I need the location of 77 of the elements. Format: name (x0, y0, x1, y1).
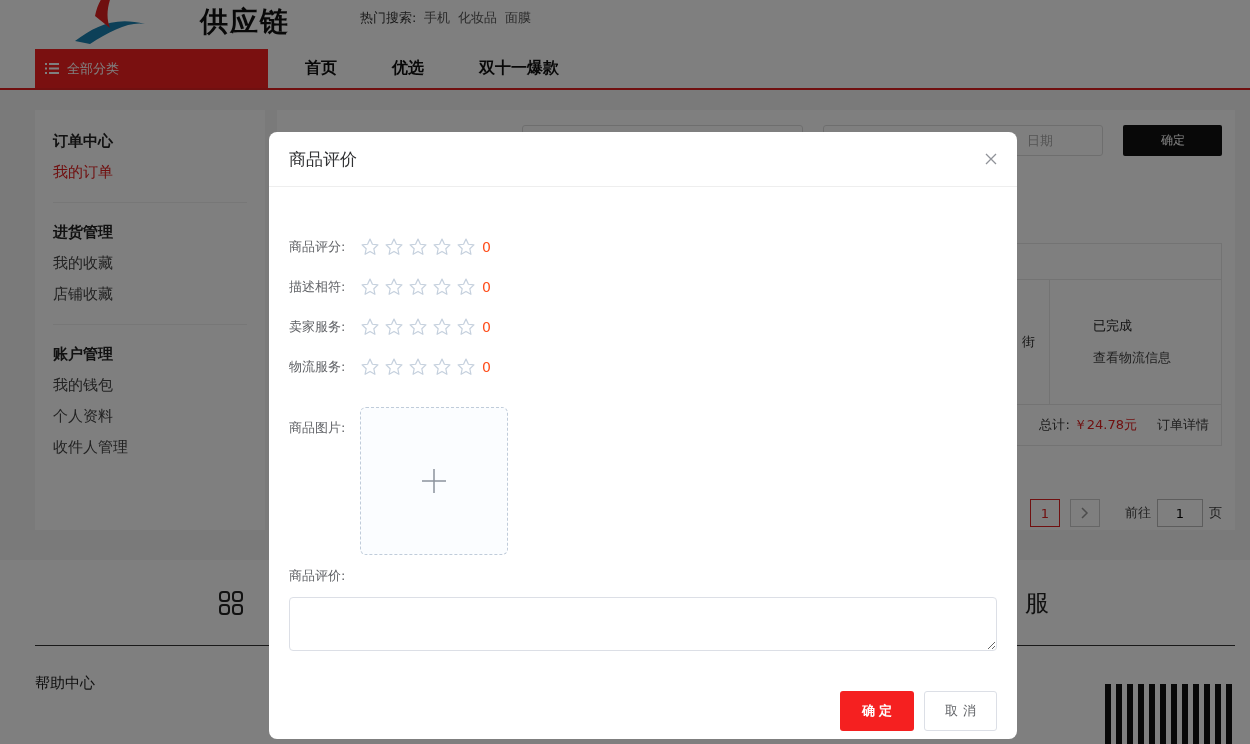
chevron-right-icon (1081, 507, 1089, 520)
star-icon[interactable] (360, 357, 380, 377)
star-icon[interactable] (432, 277, 452, 297)
star-icon[interactable] (408, 357, 428, 377)
total-amount: ￥24.78元 (1073, 416, 1137, 435)
goto-label: 前往 (1125, 504, 1151, 523)
plus-icon (421, 468, 447, 494)
star-rating[interactable] (360, 237, 476, 257)
rating-score: 0 (482, 359, 491, 375)
hot-search-label: 热门搜索: (360, 9, 417, 27)
help-title: 帮助中心 (35, 674, 95, 694)
star-icon[interactable] (456, 237, 476, 257)
total-label: 总计: (1039, 416, 1070, 435)
confirm-button[interactable]: 确定 (1123, 125, 1222, 157)
star-icon[interactable] (432, 317, 452, 337)
rating-label: 物流服务: (289, 358, 347, 376)
star-icon[interactable] (360, 237, 380, 257)
list-icon (45, 63, 59, 75)
service-text: 服 (1025, 587, 1049, 619)
sidebar-group-title: 进货管理 (53, 223, 114, 243)
order-detail-link[interactable]: 订单详情 (1157, 416, 1209, 435)
star-icon[interactable] (360, 317, 380, 337)
star-icon[interactable] (384, 277, 404, 297)
star-icon[interactable] (408, 317, 428, 337)
rating-score: 0 (482, 239, 491, 255)
sidebar-group-title: 账户管理 (53, 345, 114, 365)
nav-link[interactable]: 双十一爆款 (479, 49, 559, 89)
sidebar-item[interactable]: 店铺收藏 (53, 285, 247, 305)
grid-icon (218, 589, 244, 616)
rating-label: 描述相符: (289, 278, 347, 296)
dialog-title: 商品评价 (289, 147, 357, 171)
star-icon[interactable] (432, 357, 452, 377)
sidebar-item[interactable]: 我的收藏 (53, 254, 247, 274)
star-rating[interactable] (360, 317, 476, 337)
sidebar-item[interactable]: 个人资料 (53, 407, 247, 427)
page-input[interactable]: 1 (1157, 499, 1203, 528)
sidebar-group-title: 订单中心 (53, 132, 114, 152)
rating-label: 卖家服务: (289, 318, 347, 336)
star-icon[interactable] (432, 237, 452, 257)
sidebar-item[interactable]: 我的订单 (53, 163, 247, 183)
star-icon[interactable] (456, 357, 476, 377)
cancel-button[interactable]: 取 消 (924, 691, 997, 731)
page-button[interactable]: 1 (1030, 499, 1060, 528)
review-input[interactable] (289, 597, 997, 651)
sidebar-item[interactable]: 收件人管理 (53, 438, 247, 458)
image-label: 商品图片: (289, 419, 347, 437)
star-rating[interactable] (360, 357, 476, 377)
rating-score: 0 (482, 279, 491, 295)
star-icon[interactable] (384, 237, 404, 257)
star-icon[interactable] (360, 277, 380, 297)
upload-button[interactable] (360, 407, 508, 555)
nav-link[interactable]: 优选 (392, 49, 424, 89)
logo-text: 供应链 (200, 4, 290, 40)
address-text: 街 (1022, 333, 1035, 352)
review-label: 商品评价: (289, 567, 347, 585)
hot-search-link[interactable]: 手机 (424, 9, 451, 27)
star-icon[interactable] (384, 357, 404, 377)
logistics-link[interactable]: 查看物流信息 (1093, 349, 1221, 368)
confirm-button[interactable]: 确 定 (840, 691, 914, 731)
close-button[interactable] (985, 153, 997, 165)
star-icon[interactable] (408, 277, 428, 297)
page-suffix: 页 (1209, 504, 1222, 523)
star-icon[interactable] (408, 237, 428, 257)
rating-label: 商品评分: (289, 238, 347, 256)
hot-search-link[interactable]: 面膜 (505, 9, 532, 27)
hot-search-link[interactable]: 化妆品 (458, 9, 498, 27)
star-icon[interactable] (456, 277, 476, 297)
star-icon[interactable] (456, 317, 476, 337)
rating-score: 0 (482, 319, 491, 335)
order-status: 已完成 (1093, 317, 1133, 336)
star-rating[interactable] (360, 277, 476, 297)
close-icon (985, 153, 997, 165)
star-icon[interactable] (384, 317, 404, 337)
category-button[interactable]: 全部分类 (35, 49, 268, 89)
next-page-button[interactable] (1070, 499, 1100, 528)
nav-link[interactable]: 首页 (305, 49, 337, 89)
sidebar-item[interactable]: 我的钱包 (53, 376, 247, 396)
